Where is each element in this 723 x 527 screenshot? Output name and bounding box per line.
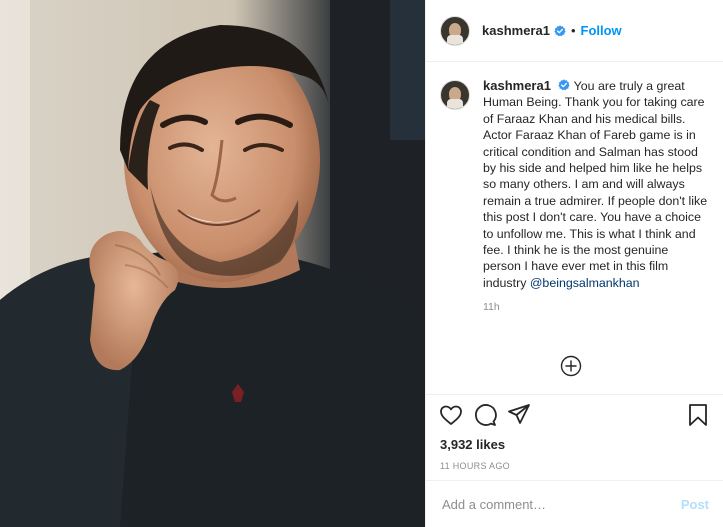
post-age[interactable]: 11 HOURS AGO: [426, 461, 723, 471]
heart-icon[interactable]: [438, 402, 464, 428]
caption: kashmera1 You are truly a great Human Be…: [440, 78, 709, 291]
caption-body: You are truly a great Human Being. Thank…: [483, 79, 708, 290]
avatar[interactable]: [440, 15, 470, 46]
post-header: kashmera1 • Follow: [426, 0, 723, 62]
caption-avatar[interactable]: [440, 80, 470, 110]
follow-button[interactable]: Follow: [581, 23, 622, 38]
comments-area: kashmera1 You are truly a great Human Be…: [426, 62, 723, 394]
caption-text: kashmera1 You are truly a great Human Be…: [483, 78, 709, 291]
comment-bubble-icon[interactable]: [472, 402, 498, 428]
post-image: [0, 0, 425, 527]
post-photo[interactable]: [0, 0, 425, 527]
likes-count[interactable]: 3,932 likes: [426, 437, 723, 452]
caption-username[interactable]: kashmera1: [483, 78, 551, 93]
comment-input[interactable]: [440, 495, 681, 513]
post-comment-button[interactable]: Post: [681, 497, 709, 512]
header-username[interactable]: kashmera1: [482, 23, 550, 38]
action-bar: [426, 394, 723, 435]
add-comment-bar: Post: [426, 480, 723, 527]
verified-badge-icon: [558, 79, 571, 91]
plus-circle-icon[interactable]: [560, 355, 582, 377]
caption-mention-link[interactable]: @beingsalmankhan: [530, 276, 640, 290]
header-separator: •: [570, 23, 576, 38]
bookmark-icon[interactable]: [685, 402, 711, 428]
paper-plane-icon[interactable]: [506, 402, 532, 428]
caption-timestamp[interactable]: 11h: [483, 301, 709, 313]
post-sidebar: kashmera1 • Follow kashmera1 You are tru…: [425, 0, 723, 527]
verified-badge-icon: [554, 24, 566, 36]
instagram-post: kashmera1 • Follow kashmera1 You are tru…: [0, 0, 723, 527]
